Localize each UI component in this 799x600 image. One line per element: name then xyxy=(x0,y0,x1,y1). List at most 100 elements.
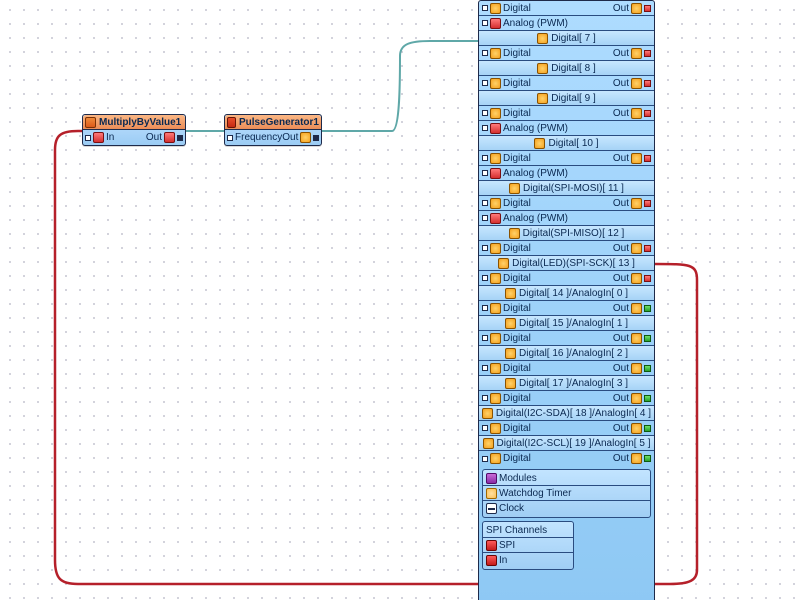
pin-header-label: Digital[ 10 ] xyxy=(548,138,598,149)
pin-io-row[interactable]: Analog (PWM) xyxy=(479,121,654,136)
pin-io-row[interactable]: Analog (PWM) xyxy=(479,16,654,31)
node-title: MultiplyByValue1 xyxy=(83,115,185,130)
row-watchdog[interactable]: Watchdog Timer xyxy=(483,486,650,501)
pin-header: Digital[ 10 ] xyxy=(479,136,654,151)
in-pin[interactable] xyxy=(482,456,488,462)
in-pin[interactable] xyxy=(482,20,488,26)
in-pin[interactable] xyxy=(482,335,488,341)
out-pin[interactable] xyxy=(644,425,651,432)
pin-io-row[interactable]: DigitalOut xyxy=(479,391,654,406)
title-text: PulseGenerator1 xyxy=(239,117,319,128)
digital-out-icon xyxy=(631,393,642,404)
digital-out-icon xyxy=(631,243,642,254)
in-pin[interactable] xyxy=(482,425,488,431)
row-spi-in[interactable]: In xyxy=(483,553,573,568)
io-left-label: Digital xyxy=(503,333,531,344)
out-pin[interactable] xyxy=(177,135,183,141)
pin-io-row[interactable]: DigitalOut xyxy=(479,301,654,316)
io-left-label: Analog (PWM) xyxy=(503,213,568,224)
row-clock[interactable]: Clock xyxy=(483,501,650,516)
pin-io-row[interactable]: DigitalOut xyxy=(479,421,654,436)
in-pin[interactable] xyxy=(227,135,233,141)
pin-io-row[interactable]: DigitalOut xyxy=(479,46,654,61)
in-pin[interactable] xyxy=(482,50,488,56)
block-icon xyxy=(85,117,96,128)
pin-io-row[interactable]: DigitalOut xyxy=(479,361,654,376)
pin-io-row[interactable]: Analog (PWM) xyxy=(479,166,654,181)
io-right-label: Out xyxy=(613,48,629,59)
digital-icon xyxy=(505,378,516,389)
out-pin[interactable] xyxy=(644,245,651,252)
io-left-label: Analog (PWM) xyxy=(503,18,568,29)
in-pin[interactable] xyxy=(482,395,488,401)
in-pin[interactable] xyxy=(482,155,488,161)
digital-icon xyxy=(490,273,501,284)
out-pin[interactable] xyxy=(644,395,651,402)
pin-io-row[interactable]: Analog (PWM) xyxy=(479,211,654,226)
io-left-label: Digital xyxy=(503,243,531,254)
digital-icon xyxy=(490,198,501,209)
pin-io-row[interactable]: DigitalOut xyxy=(479,451,654,466)
io-row: In Out xyxy=(83,130,185,145)
in-pin[interactable] xyxy=(482,275,488,281)
watchdog-label: Watchdog Timer xyxy=(499,488,571,499)
out-pin[interactable] xyxy=(644,155,651,162)
pin-io-row[interactable]: DigitalOut xyxy=(479,196,654,211)
io-left-label: Digital xyxy=(503,3,531,14)
digital-icon xyxy=(498,258,509,269)
out-pin[interactable] xyxy=(644,110,651,117)
out-pin[interactable] xyxy=(644,275,651,282)
in-pin[interactable] xyxy=(85,135,91,141)
panel-system[interactable]: Modules Watchdog Timer Clock xyxy=(482,469,651,518)
in-pin[interactable] xyxy=(482,200,488,206)
in-pin[interactable] xyxy=(482,215,488,221)
out-pin[interactable] xyxy=(644,455,651,462)
digital-out-icon xyxy=(631,363,642,374)
panel-spi[interactable]: SPI Channels SPI In xyxy=(482,521,574,570)
pin-header-label: Digital(LED)(SPI-SCK)[ 13 ] xyxy=(512,258,635,269)
out-pin[interactable] xyxy=(644,50,651,57)
pin-io-row[interactable]: Digital Out xyxy=(479,241,654,256)
in-pin[interactable] xyxy=(482,5,488,11)
pin-io-row[interactable]: DigitalOut xyxy=(479,151,654,166)
digital-out-icon xyxy=(631,333,642,344)
canvas[interactable]: MultiplyByValue1 In Out PulseGenerator1 … xyxy=(0,0,799,600)
in-pin[interactable] xyxy=(482,365,488,371)
io-right-label: Out xyxy=(613,78,629,89)
out-pin[interactable] xyxy=(644,5,651,12)
digital-out-icon xyxy=(631,48,642,59)
in-pin[interactable] xyxy=(482,125,488,131)
pin-header-label: Digital[ 15 ]/AnalogIn[ 1 ] xyxy=(519,318,628,329)
out-pin[interactable] xyxy=(644,80,651,87)
io-right-label: Out xyxy=(613,243,629,254)
pin-io-row[interactable]: DigitalOut xyxy=(479,271,654,286)
pin-header: Digital(LED)(SPI-SCK)[ 13 ] xyxy=(479,256,654,271)
out-pin[interactable] xyxy=(644,200,651,207)
io-left-label: Digital xyxy=(503,78,531,89)
digital-icon xyxy=(490,423,501,434)
in-pin[interactable] xyxy=(482,80,488,86)
pin-io-row[interactable]: DigitalOut xyxy=(479,1,654,16)
io-right-label: Out xyxy=(613,273,629,284)
out-pin[interactable] xyxy=(644,365,651,372)
out-pin[interactable] xyxy=(313,135,319,141)
node-pulsegenerator1[interactable]: PulseGenerator1 Frequency Out xyxy=(224,114,322,146)
out-pin[interactable] xyxy=(644,335,651,342)
board-stack[interactable]: DigitalOutAnalog (PWM)Digital[ 7 ]Digita… xyxy=(478,0,655,600)
pin-io-row[interactable]: DigitalOut xyxy=(479,106,654,121)
in-pin[interactable] xyxy=(482,170,488,176)
pin-header-label: Digital(SPI-MOSI)[ 11 ] xyxy=(523,183,624,194)
digital-icon xyxy=(509,228,520,239)
pin-io-row[interactable]: DigitalOut xyxy=(479,331,654,346)
pin-header: Digital(SPI-MOSI)[ 11 ] xyxy=(479,181,654,196)
digital-icon xyxy=(482,408,493,419)
spi-icon xyxy=(486,540,497,551)
out-pin[interactable] xyxy=(644,305,651,312)
in-pin[interactable] xyxy=(482,305,488,311)
row-modules[interactable]: Modules xyxy=(483,471,650,486)
pin-io-row[interactable]: Digital Out xyxy=(479,76,654,91)
row-spi[interactable]: SPI xyxy=(483,538,573,553)
node-multiplybyvalue1[interactable]: MultiplyByValue1 In Out xyxy=(82,114,186,146)
in-pin[interactable] xyxy=(482,245,488,251)
in-pin[interactable] xyxy=(482,110,488,116)
